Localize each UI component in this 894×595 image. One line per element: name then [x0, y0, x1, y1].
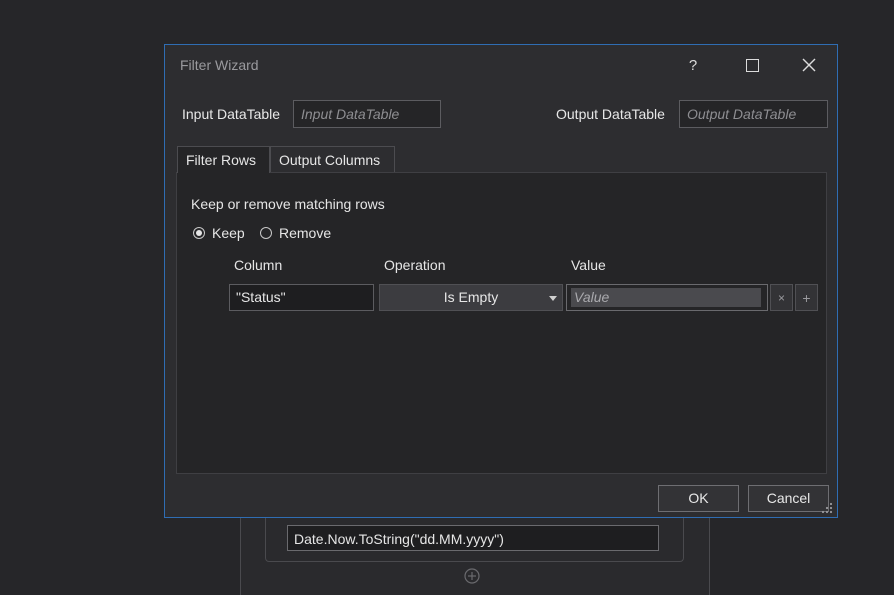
maximize-button[interactable]: [737, 51, 767, 79]
expression-field[interactable]: Date.Now.ToString("dd.MM.yyyy"): [287, 525, 659, 551]
cancel-button[interactable]: Cancel: [748, 485, 829, 512]
keep-radio[interactable]: Keep: [193, 225, 245, 241]
input-datatable-label: Input DataTable: [182, 106, 281, 122]
output-datatable-label: Output DataTable: [556, 106, 665, 122]
filter-wizard-dialog: Filter Wizard ? Input DataTable Input Da…: [164, 44, 838, 518]
chevron-down-icon: [549, 296, 557, 301]
value-input[interactable]: Value: [571, 288, 761, 307]
filter-rows-panel: Keep or remove matching rows Keep Remove…: [176, 172, 827, 474]
ok-button[interactable]: OK: [658, 485, 739, 512]
resize-grip-icon[interactable]: [820, 501, 834, 515]
operation-dropdown[interactable]: Is Empty: [379, 284, 563, 311]
output-datatable-field[interactable]: Output DataTable: [679, 100, 828, 128]
input-datatable-field[interactable]: Input DataTable: [293, 100, 441, 128]
help-button[interactable]: ?: [678, 51, 708, 79]
keep-label: Keep: [212, 225, 245, 241]
radio-unselected-icon: [260, 227, 272, 239]
value-header: Value: [571, 257, 606, 273]
add-row-button[interactable]: +: [795, 284, 818, 311]
help-icon: ?: [688, 56, 698, 74]
close-icon: [802, 58, 816, 72]
remove-label: Remove: [279, 225, 332, 241]
column-header: Column: [234, 257, 283, 273]
plus-icon: +: [802, 289, 811, 306]
radio-selected-icon: [193, 227, 205, 239]
title-bar[interactable]: Filter Wizard ?: [165, 45, 837, 85]
close-icon: ×: [777, 290, 785, 305]
dialog-title: Filter Wizard: [180, 57, 259, 73]
remove-radio[interactable]: Remove: [260, 225, 331, 241]
column-input[interactable]: "Status": [229, 284, 374, 311]
operation-value: Is Empty: [443, 289, 499, 305]
tab-filter-rows[interactable]: Filter Rows: [177, 146, 270, 173]
close-button[interactable]: [794, 51, 824, 79]
value-field[interactable]: Value: [566, 284, 768, 311]
operation-header: Operation: [384, 257, 446, 273]
tab-output-columns[interactable]: Output Columns: [270, 146, 395, 172]
filter-caption: Keep or remove matching rows: [191, 196, 385, 212]
remove-row-button[interactable]: ×: [770, 284, 793, 311]
plus-circle-icon[interactable]: [464, 568, 480, 584]
maximize-icon: [745, 58, 759, 72]
